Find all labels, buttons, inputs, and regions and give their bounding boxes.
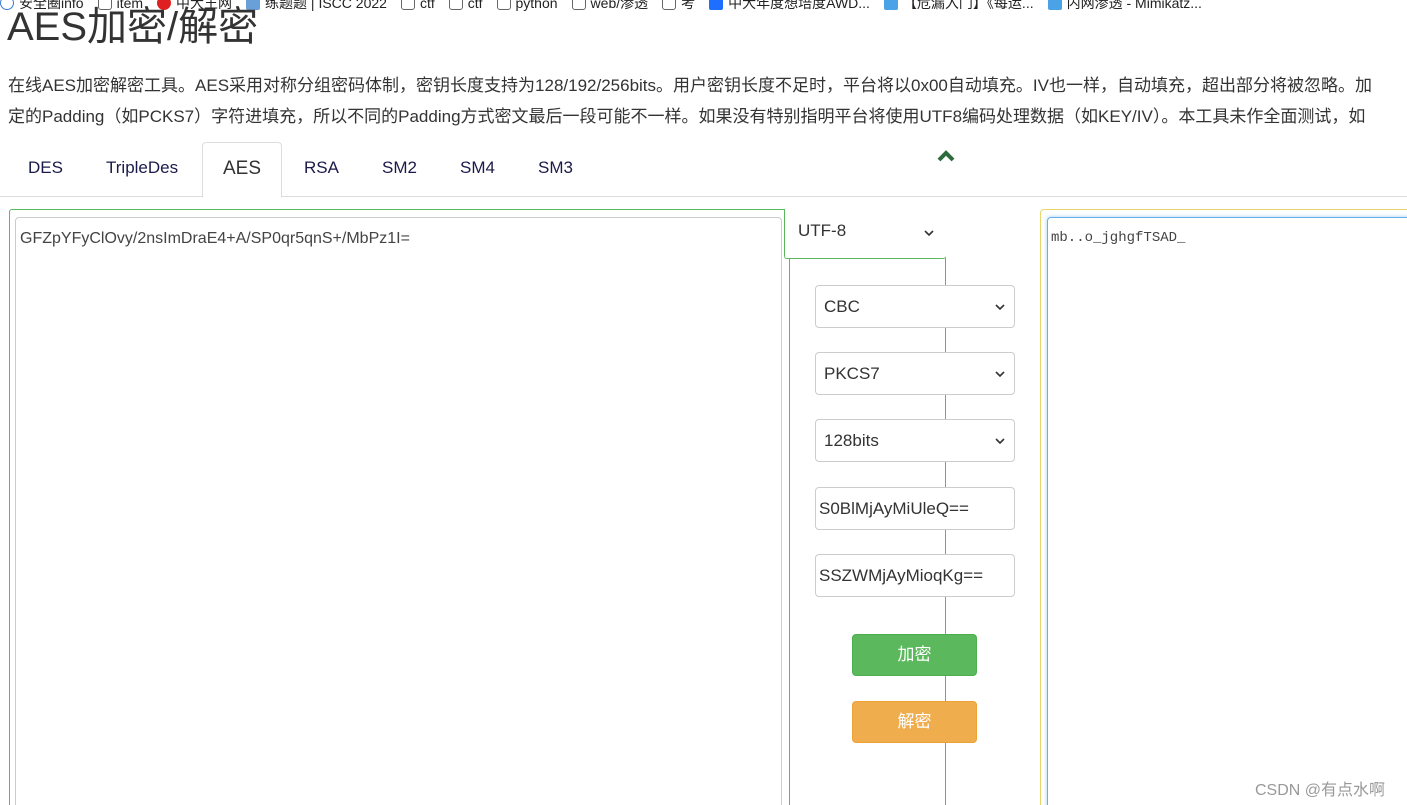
mode-select[interactable]: CBC bbox=[815, 285, 1015, 328]
padding-select[interactable]: PKCS7 bbox=[815, 352, 1015, 395]
bookmark-icon bbox=[1047, 0, 1062, 10]
bookmark-label: 内网渗透 - Mimikatz... bbox=[1066, 0, 1202, 11]
mode-value: CBC bbox=[824, 297, 860, 316]
folder-icon bbox=[496, 0, 511, 10]
watermark: CSDN @有点水啊 bbox=[1255, 782, 1386, 799]
iv-value: SSZWMjAyMioqKg== bbox=[819, 566, 984, 585]
tab-des[interactable]: DES bbox=[28, 142, 63, 197]
tab-tripledes[interactable]: TripleDes bbox=[106, 142, 178, 197]
bookmark-item[interactable]: 考 bbox=[662, 0, 695, 13]
bookmark-label: 【危漏入门】《每运... bbox=[902, 0, 1034, 11]
description-line-2: 定的Padding（如PCKS7）字符进填充，所以不同的Padding方式密文最… bbox=[8, 107, 1366, 126]
encrypt-button[interactable]: 加密 bbox=[852, 634, 977, 676]
description-line-1: 在线AES加密解密工具。AES采用对称分组密码体制，密钥长度支持为128/192… bbox=[8, 76, 1372, 95]
tab-rsa[interactable]: RSA bbox=[304, 142, 339, 197]
page-title: AES加密/解密 bbox=[7, 5, 259, 49]
bookmark-item[interactable]: ctf bbox=[400, 0, 435, 11]
chevron-down-icon bbox=[995, 438, 1005, 445]
key-value: S0BlMjAyMiUleQ== bbox=[819, 499, 969, 518]
tab-aes[interactable]: AES bbox=[202, 142, 282, 198]
encoding-select[interactable]: UTF-8 bbox=[784, 209, 946, 259]
bookmark-label: 考 bbox=[681, 0, 696, 11]
encoding-value: UTF-8 bbox=[798, 221, 847, 240]
bookmark-icon bbox=[883, 0, 898, 10]
tab-sm3[interactable]: SM3 bbox=[538, 142, 573, 197]
chevron-down-icon bbox=[995, 304, 1005, 311]
folder-icon bbox=[571, 0, 586, 10]
key-size-select[interactable]: 128bits bbox=[815, 419, 1015, 462]
tab-sm4[interactable]: SM4 bbox=[460, 142, 495, 197]
bookmark-label: web/渗透 bbox=[590, 0, 649, 11]
bookmark-item[interactable]: 中大年度想培度AWD... bbox=[709, 0, 870, 13]
zhihu-icon bbox=[709, 0, 724, 10]
chevron-down-icon bbox=[995, 371, 1005, 378]
chevron-down-icon bbox=[924, 230, 934, 237]
bookmark-label: ctf bbox=[467, 0, 483, 11]
bookmark-label: python bbox=[515, 0, 558, 11]
output-textarea[interactable]: mb..o_jghgfTSAD_ bbox=[1047, 217, 1407, 805]
collapse-chevron-icon[interactable] bbox=[936, 149, 956, 163]
padding-value: PKCS7 bbox=[824, 364, 880, 383]
cipher-text-input[interactable]: GFZpYFyClOvy/2nsImDraE4+A/SP0qr5qnS+/MbP… bbox=[15, 217, 782, 805]
bookmark-item[interactable]: python bbox=[496, 0, 558, 11]
folder-icon bbox=[662, 0, 677, 10]
bookmark-item[interactable]: 【危漏入门】《每运... bbox=[883, 0, 1034, 13]
folder-icon bbox=[400, 0, 415, 10]
tab-sm2[interactable]: SM2 bbox=[382, 142, 417, 197]
key-size-value: 128bits bbox=[824, 431, 879, 450]
bookmark-item[interactable]: ctf bbox=[448, 0, 483, 11]
folder-icon bbox=[448, 0, 463, 10]
key-input[interactable]: S0BlMjAyMiUleQ== bbox=[815, 487, 1015, 530]
bookmark-label: 中大年度想培度AWD... bbox=[728, 0, 870, 11]
iv-input[interactable]: SSZWMjAyMioqKg== bbox=[815, 554, 1015, 597]
bookmark-item[interactable]: web/渗透 bbox=[571, 0, 649, 13]
algorithm-tabs: DES TripleDes AES RSA SM2 SM4 SM3 bbox=[0, 142, 1407, 198]
bookmark-item[interactable]: 内网渗透 - Mimikatz... bbox=[1047, 0, 1202, 13]
bookmark-item[interactable]: 练题题 | ISCC 2022 bbox=[246, 0, 387, 13]
decrypt-button[interactable]: 解密 bbox=[852, 701, 977, 743]
divider bbox=[789, 259, 790, 805]
bookmark-label: ctf bbox=[419, 0, 435, 11]
bookmark-label: 练题题 | ISCC 2022 bbox=[265, 0, 387, 11]
